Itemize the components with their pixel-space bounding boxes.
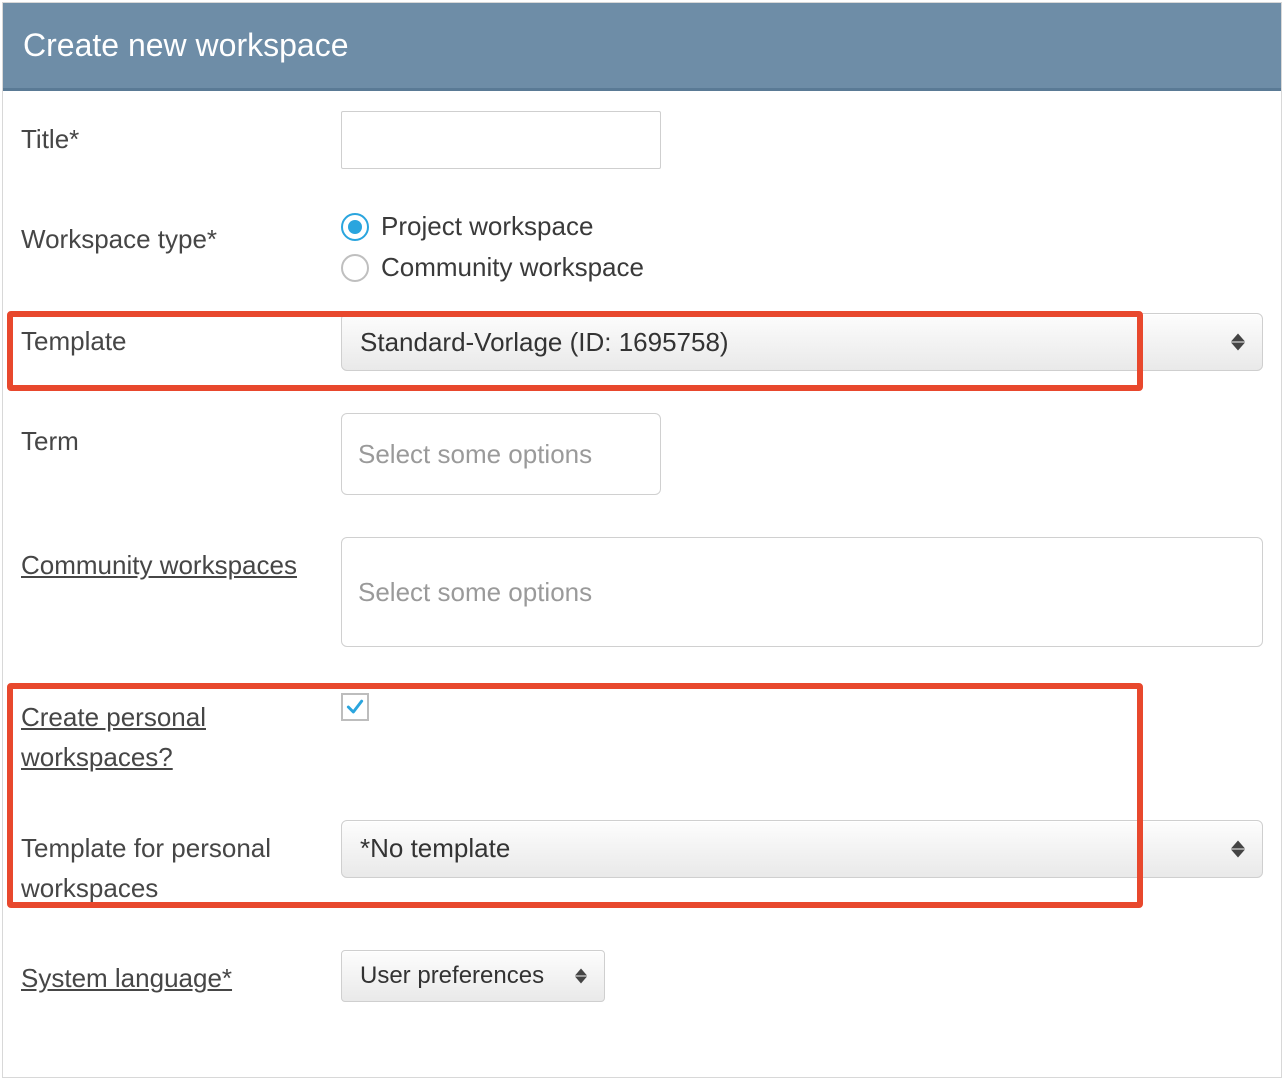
create-personal-checkbox[interactable] [341, 693, 369, 721]
workspace-type-radio-group: Project workspace Community workspace [341, 211, 1263, 283]
template-select[interactable]: Standard-Vorlage (ID: 1695758) [341, 313, 1263, 371]
term-label: Term [21, 413, 341, 461]
create-personal-label-link[interactable]: Create personal workspaces? [21, 702, 206, 772]
template-label: Template [21, 313, 341, 361]
panel-title: Create new workspace [3, 3, 1281, 91]
system-language-select[interactable]: User preferences [341, 950, 605, 1002]
radio-community-workspace[interactable]: Community workspace [341, 252, 1263, 283]
title-label: Title* [21, 111, 341, 159]
personal-template-value: *No template [360, 833, 510, 864]
row-community-workspaces: Community workspaces Select some options [21, 537, 1263, 647]
row-template: Template Standard-Vorlage (ID: 1695758) [21, 313, 1263, 371]
radio-icon [341, 213, 369, 241]
form: Title* Workspace type* Project workspace… [3, 91, 1281, 1002]
title-input[interactable] [341, 111, 661, 169]
row-personal-template: Template for personal workspaces *No tem… [21, 820, 1263, 909]
radio-project-workspace[interactable]: Project workspace [341, 211, 1263, 242]
personal-template-select[interactable]: *No template [341, 820, 1263, 878]
row-workspace-type: Workspace type* Project workspace Commun… [21, 211, 1263, 283]
term-multiselect[interactable]: Select some options [341, 413, 661, 495]
row-create-personal: Create personal workspaces? [21, 689, 1263, 778]
radio-icon [341, 254, 369, 282]
personal-template-label: Template for personal workspaces [21, 820, 341, 909]
template-select-value: Standard-Vorlage (ID: 1695758) [360, 327, 729, 358]
row-system-language: System language* User preferences [21, 950, 1263, 1002]
workspace-type-label: Workspace type* [21, 211, 341, 259]
radio-community-label: Community workspace [381, 252, 644, 283]
row-title: Title* [21, 111, 1263, 169]
row-term: Term Select some options [21, 413, 1263, 495]
radio-project-label: Project workspace [381, 211, 593, 242]
system-language-value: User preferences [360, 962, 544, 990]
system-language-label-link[interactable]: System language* [21, 963, 232, 993]
create-workspace-panel: Create new workspace Title* Workspace ty… [2, 2, 1282, 1078]
community-workspaces-label-link[interactable]: Community workspaces [21, 550, 297, 580]
community-workspaces-multiselect[interactable]: Select some options [341, 537, 1263, 647]
